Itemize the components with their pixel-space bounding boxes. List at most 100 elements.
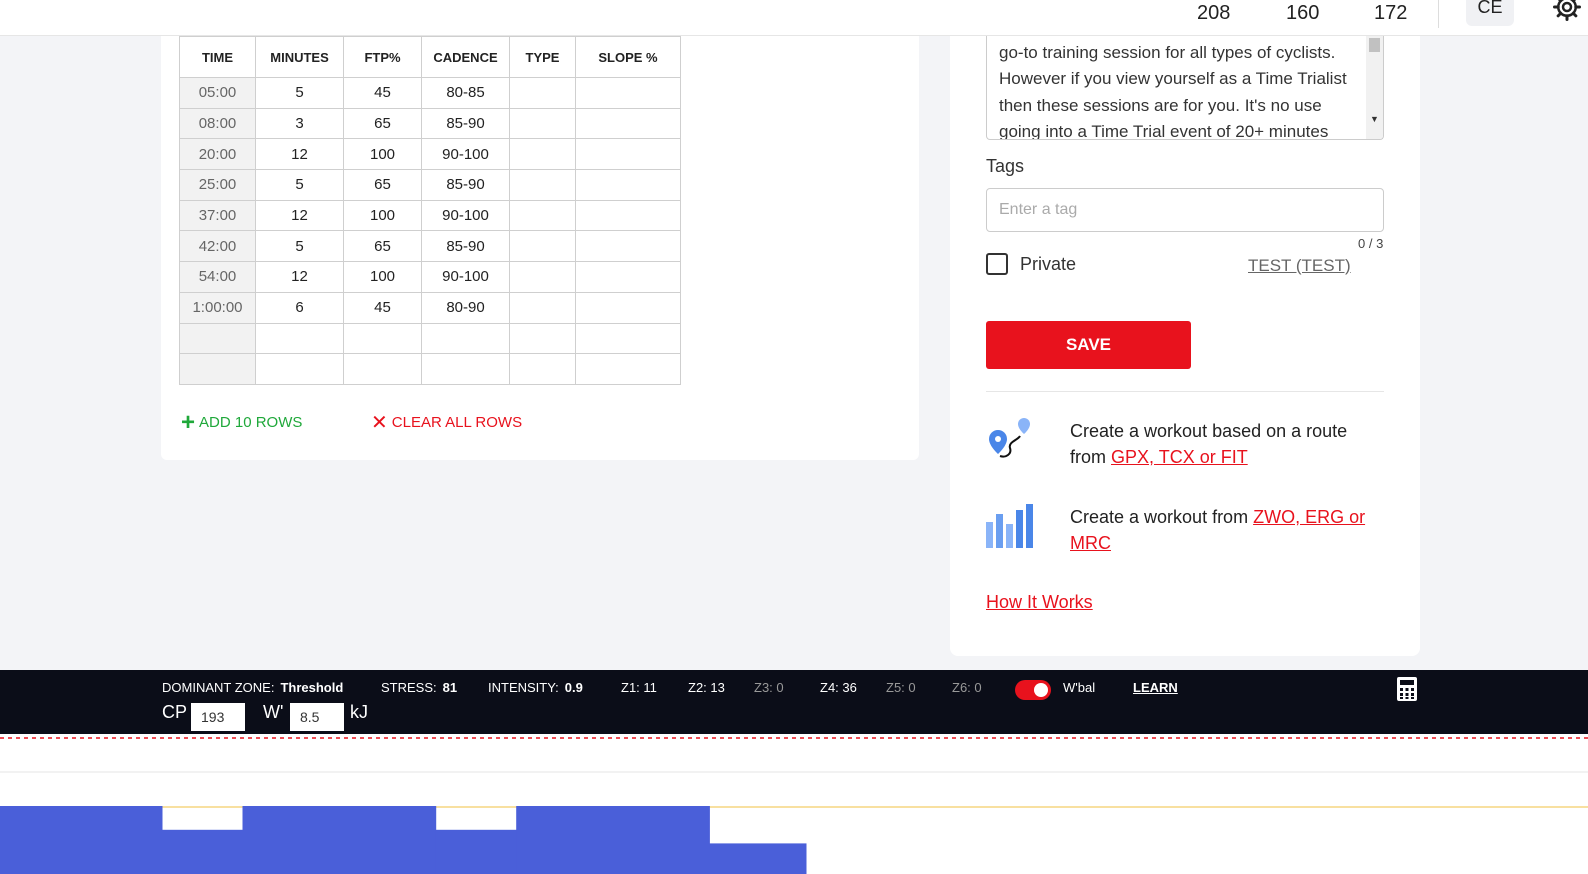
cell-slope[interactable] — [575, 169, 681, 201]
workout-segment-8[interactable] — [709, 843, 807, 874]
cell-minutes[interactable]: 12 — [255, 199, 344, 232]
cell-ftp[interactable]: 65 — [343, 230, 422, 263]
learn-link[interactable]: LEARN — [1133, 680, 1178, 695]
route-option: Create a workout based on a route from G… — [1070, 418, 1370, 470]
add-rows-button[interactable]: + ADD 10 ROWS — [181, 410, 302, 434]
cell-slope[interactable] — [575, 322, 681, 355]
cell-type[interactable] — [509, 291, 576, 324]
cell-time[interactable] — [179, 353, 256, 385]
cell-minutes[interactable]: 3 — [255, 107, 344, 140]
workout-segment-7[interactable] — [516, 806, 710, 874]
scroll-down-icon[interactable]: ▼ — [1370, 106, 1379, 132]
route-file-link[interactable]: GPX, TCX or FIT — [1111, 447, 1248, 467]
cell-type[interactable] — [509, 107, 576, 140]
workout-segment-5[interactable] — [242, 806, 437, 874]
cell-ftp[interactable] — [343, 353, 422, 385]
cell-ftp[interactable]: 45 — [343, 291, 422, 324]
cell-minutes[interactable]: 5 — [255, 77, 344, 109]
cell-minutes[interactable]: 5 — [255, 169, 344, 201]
cell-time[interactable]: 20:00 — [179, 138, 256, 171]
cell-ftp[interactable]: 65 — [343, 107, 422, 140]
cell-time[interactable]: 08:00 — [179, 107, 256, 140]
cell-slope[interactable] — [575, 291, 681, 324]
cell-type[interactable] — [509, 199, 576, 232]
table-row — [179, 322, 681, 355]
table-row: 25:00 5 65 85-90 — [179, 169, 681, 201]
cell-time[interactable]: 54:00 — [179, 261, 256, 293]
how-it-works-link[interactable]: How It Works — [986, 592, 1093, 613]
cell-cadence[interactable]: 85-90 — [421, 230, 510, 263]
cell-type[interactable] — [509, 322, 576, 355]
workout-segment-6[interactable] — [435, 829, 517, 874]
metric-2: 160 — [1286, 2, 1320, 24]
cell-type[interactable] — [509, 261, 576, 293]
save-button[interactable]: SAVE — [986, 321, 1191, 369]
cell-minutes[interactable]: 5 — [255, 230, 344, 263]
cell-ftp[interactable]: 100 — [343, 199, 422, 232]
cell-type[interactable] — [509, 230, 576, 263]
cell-slope[interactable] — [575, 77, 681, 109]
cell-time[interactable]: 05:00 — [179, 77, 256, 109]
cell-cadence[interactable]: 85-90 — [421, 169, 510, 201]
cell-time[interactable]: 37:00 — [179, 199, 256, 232]
kj-label: kJ — [350, 702, 368, 722]
intensity-value: 0.9 — [564, 680, 583, 695]
cell-minutes[interactable] — [255, 322, 344, 355]
wbal-label: W'bal — [1063, 680, 1096, 695]
cell-ftp[interactable]: 100 — [343, 261, 422, 293]
cell-type[interactable] — [509, 169, 576, 201]
calculator-icon[interactable] — [1396, 676, 1418, 702]
cell-slope[interactable] — [575, 199, 681, 232]
cell-ftp[interactable]: 100 — [343, 138, 422, 171]
cell-time[interactable]: 1:00:00 — [179, 291, 256, 324]
cell-cadence[interactable]: 85-90 — [421, 107, 510, 140]
stress-value: 81 — [442, 680, 458, 695]
cell-ftp[interactable]: 45 — [343, 77, 422, 109]
cell-ftp[interactable]: 65 — [343, 169, 422, 201]
tag-input[interactable] — [986, 188, 1384, 232]
workout-segment-4[interactable] — [162, 829, 243, 874]
dominant-zone: DOMINANT ZONE: Threshold — [162, 680, 343, 695]
cell-cadence[interactable]: 80-85 — [421, 77, 510, 109]
cell-type[interactable] — [509, 77, 576, 109]
cell-time[interactable]: 42:00 — [179, 230, 256, 263]
cell-cadence[interactable] — [421, 322, 510, 355]
w-prime-input[interactable] — [290, 703, 344, 731]
checkbox-box[interactable] — [986, 253, 1008, 275]
description-scrollbar[interactable]: ▼ — [1366, 36, 1383, 139]
top-bar: 208 160 172 CE — [0, 0, 1588, 36]
cell-type[interactable] — [509, 138, 576, 171]
cell-time[interactable] — [179, 322, 256, 355]
cell-type[interactable] — [509, 353, 576, 385]
clear-rows-button[interactable]: ✕ CLEAR ALL ROWS — [371, 411, 522, 434]
workout-segment-3[interactable] — [0, 806, 163, 874]
wbal-toggle[interactable] — [1015, 680, 1051, 700]
file-option: Create a workout from ZWO, ERG or MRC — [1070, 504, 1370, 556]
stress: STRESS: 81 — [381, 680, 457, 695]
cell-cadence[interactable]: 90-100 — [421, 199, 510, 232]
cell-ftp[interactable] — [343, 322, 422, 355]
cell-cadence[interactable]: 90-100 — [421, 138, 510, 171]
cell-cadence[interactable] — [421, 353, 510, 385]
gear-icon[interactable] — [1552, 0, 1582, 22]
cell-time[interactable]: 25:00 — [179, 169, 256, 201]
tag-count: 0 / 3 — [1358, 236, 1384, 251]
cell-minutes[interactable]: 6 — [255, 291, 344, 324]
cell-minutes[interactable]: 12 — [255, 138, 344, 171]
cell-slope[interactable] — [575, 353, 681, 385]
cell-cadence[interactable]: 90-100 — [421, 261, 510, 293]
avatar[interactable]: CE — [1466, 0, 1514, 26]
cell-minutes[interactable]: 12 — [255, 261, 344, 293]
cell-slope[interactable] — [575, 138, 681, 171]
private-checkbox[interactable]: Private — [986, 253, 1076, 275]
cell-slope[interactable] — [575, 230, 681, 263]
description-textarea[interactable]: go-to training session for all types of … — [986, 36, 1384, 140]
cp-input[interactable] — [191, 703, 245, 731]
scrollbar-thumb[interactable] — [1369, 38, 1380, 52]
test-link[interactable]: TEST (TEST) — [1248, 256, 1351, 276]
cell-slope[interactable] — [575, 107, 681, 140]
cell-minutes[interactable] — [255, 353, 344, 385]
x-icon: ✕ — [371, 411, 388, 434]
cell-slope[interactable] — [575, 261, 681, 293]
cell-cadence[interactable]: 80-90 — [421, 291, 510, 324]
